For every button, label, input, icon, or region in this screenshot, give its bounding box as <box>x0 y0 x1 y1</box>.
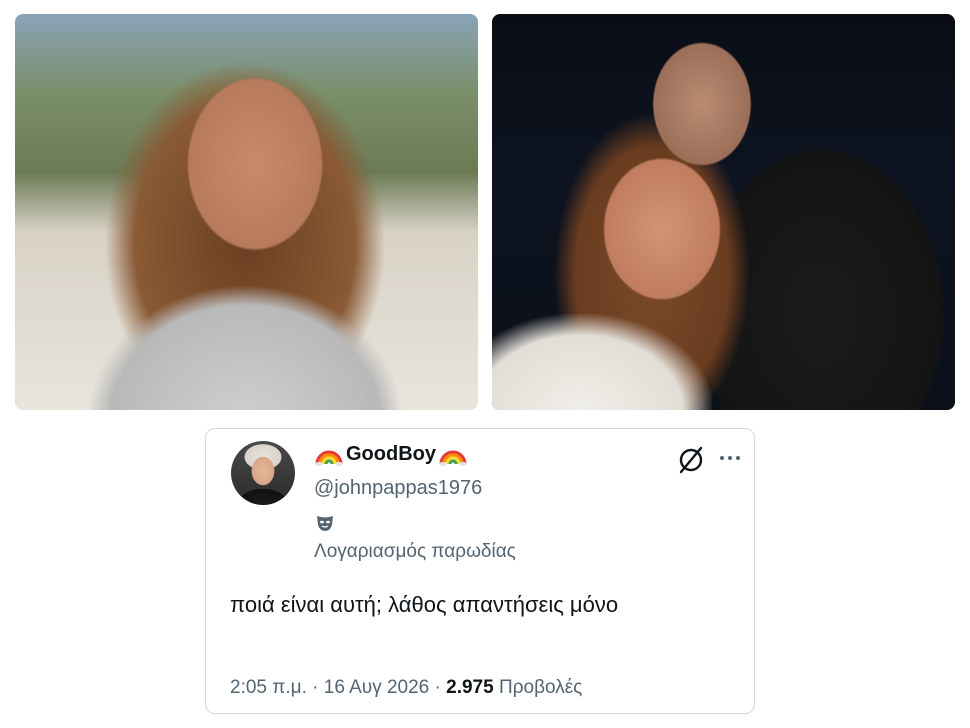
photo-right <box>492 14 955 410</box>
photo-right-shirt <box>492 314 712 410</box>
mask-icon <box>317 516 333 531</box>
separator: · <box>434 677 441 698</box>
photo-left <box>15 14 478 410</box>
display-name[interactable]: GoodBoy <box>314 443 468 466</box>
separator: · <box>312 677 319 698</box>
views-label: Προβολές <box>498 677 583 698</box>
parody-account-label: Λογαριασμός παρωδίας <box>314 541 516 562</box>
tweet-time[interactable]: 2:05 π.μ. <box>230 677 307 698</box>
more-options-icon[interactable] <box>718 453 742 463</box>
rainbow-icon <box>439 450 467 466</box>
tweet-meta: 2:05 π.μ. · 16 Αυγ 2026 · 2.975 Προβολές <box>230 677 582 699</box>
grok-icon[interactable] <box>676 445 706 475</box>
rainbow-icon <box>315 450 343 466</box>
user-handle[interactable]: @johnpappas1976 <box>314 477 482 500</box>
avatar[interactable] <box>231 441 295 505</box>
display-name-text: GoodBoy <box>346 443 436 465</box>
tweet-card: GoodBoy @johnpappas1976 Λογαριασμός παρω… <box>205 428 755 714</box>
photo-left-torso <box>85 284 405 410</box>
tweet-text: ποιά είναι αυτή; λάθος απαντήσεις μόνο <box>230 592 619 617</box>
tweet-date[interactable]: 16 Αυγ 2026 <box>324 677 429 698</box>
views-count: 2.975 <box>446 677 494 698</box>
